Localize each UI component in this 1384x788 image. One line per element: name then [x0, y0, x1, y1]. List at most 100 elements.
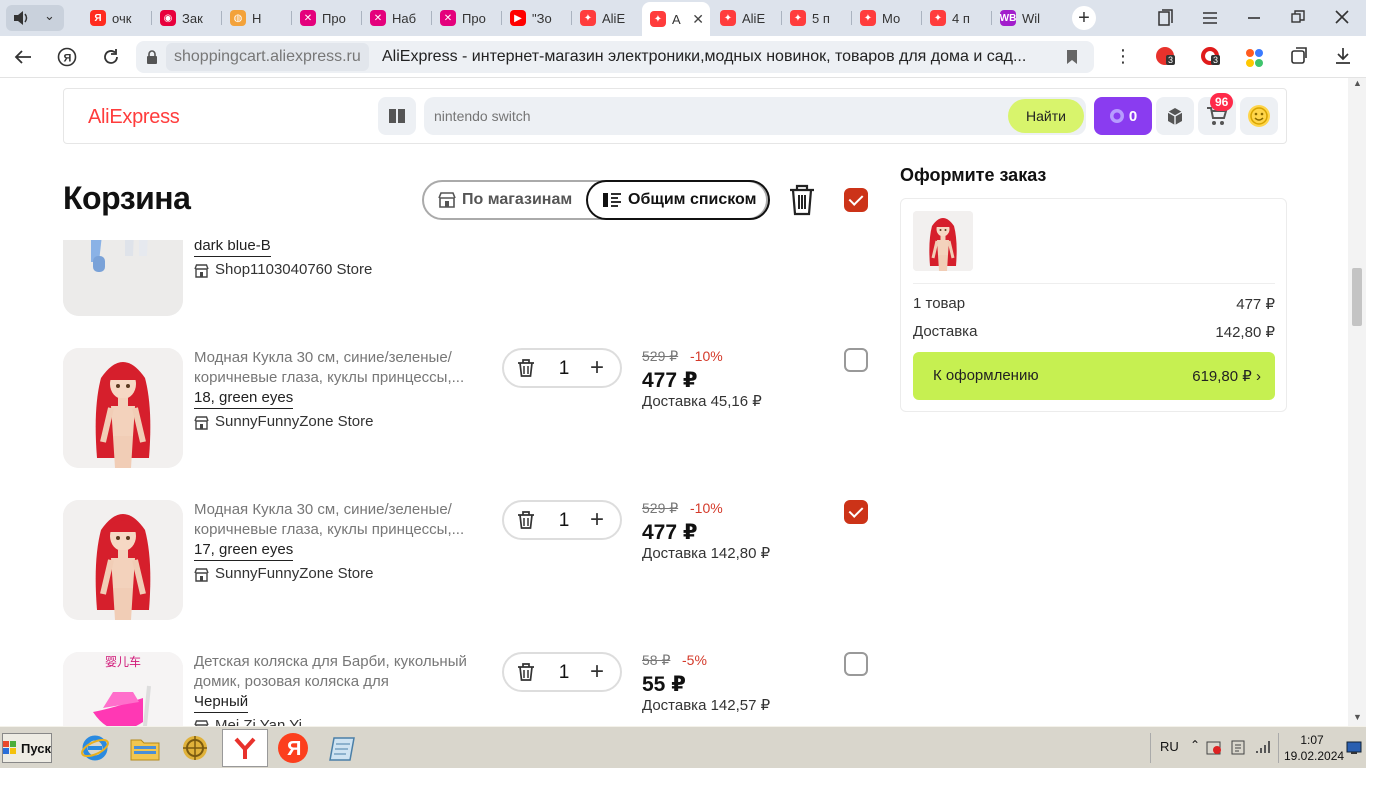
new-tab-button[interactable]: +	[1072, 6, 1096, 30]
tray-app-icon[interactable]	[1206, 739, 1222, 755]
item-select-checkbox[interactable]	[844, 500, 868, 524]
taskbar-explorer[interactable]	[128, 731, 162, 765]
extension-red[interactable]: 3	[1201, 47, 1223, 67]
remove-item-icon[interactable]	[516, 662, 536, 682]
browser-tab[interactable]: WB Wil	[992, 4, 1060, 32]
store-link[interactable]: SunnyFunnyZone Store	[194, 564, 373, 584]
product-image[interactable]	[63, 240, 183, 316]
menu-icon[interactable]	[1202, 11, 1218, 25]
store-link[interactable]: SunnyFunnyZone Store	[194, 412, 373, 432]
minimize-icon[interactable]	[1247, 11, 1261, 25]
tab-favicon-icon: ◍	[230, 10, 246, 26]
system-clock[interactable]: 1:07 19.02.2024	[1284, 732, 1344, 764]
product-variant[interactable]: 18, green eyes	[194, 388, 294, 409]
browser-tab[interactable]: ◍ Н	[222, 4, 290, 32]
discount-badge: -10%	[690, 500, 723, 516]
collections-icon[interactable]	[1290, 47, 1308, 65]
browser-tab[interactable]: ✕ Про	[432, 4, 500, 32]
browser-tab[interactable]: ✦ A ✕	[642, 2, 710, 36]
browser-tab[interactable]: ✦ 5 п	[782, 4, 850, 32]
product-title[interactable]: Модная Кукла 30 см, синие/зеленые/коричн…	[194, 500, 484, 540]
back-button[interactable]	[10, 44, 36, 70]
item-select-checkbox[interactable]	[844, 652, 868, 676]
quantity-value[interactable]: 1	[554, 358, 574, 380]
network-signal-icon[interactable]	[1254, 739, 1272, 755]
browser-tab[interactable]: ▶ "Зо	[502, 4, 570, 32]
view-list-button[interactable]: Общим списком	[586, 180, 770, 220]
increase-quantity-icon[interactable]: +	[590, 660, 604, 684]
browser-tab[interactable]: ✕ Про	[292, 4, 360, 32]
download-icon[interactable]	[1334, 47, 1352, 65]
taskbar-yandex[interactable]: Я	[276, 731, 310, 765]
remove-item-icon[interactable]	[516, 510, 536, 530]
select-all-checkbox[interactable]	[844, 188, 868, 212]
bookmark-icon[interactable]	[1066, 49, 1078, 65]
start-button[interactable]: Пуск	[2, 733, 52, 763]
taskbar-yandex-browser-active[interactable]	[222, 729, 268, 767]
product-variant[interactable]: Черный	[194, 692, 249, 713]
summary-product-thumb[interactable]	[913, 211, 973, 271]
scroll-up-icon[interactable]: ▲	[1353, 78, 1362, 88]
product-image[interactable]: 婴儿车	[63, 652, 183, 726]
browser-tab[interactable]: ✦ AliE	[572, 4, 640, 32]
quantity-value[interactable]: 1	[554, 662, 574, 684]
increase-quantity-icon[interactable]: +	[590, 356, 604, 380]
services-icon[interactable]	[1244, 48, 1264, 68]
catalog-button[interactable]	[378, 97, 416, 135]
show-desktop-icon[interactable]	[1346, 741, 1362, 755]
product-variant[interactable]: 17, green eyes	[194, 540, 294, 561]
aliexpress-logo[interactable]: AliExpress	[88, 106, 180, 129]
browser-tab[interactable]: ✦ 4 п	[922, 4, 990, 32]
product-image[interactable]	[63, 348, 183, 468]
close-tab-icon[interactable]: ✕	[692, 11, 704, 28]
browser-tab[interactable]: ✕ Наб	[362, 4, 430, 32]
product-price: 477 ₽	[642, 369, 698, 392]
reload-button[interactable]	[98, 44, 124, 70]
tab-label: AliE	[742, 10, 766, 26]
product-image[interactable]	[63, 500, 183, 620]
checkout-label: К оформлению	[933, 367, 1039, 384]
close-window-icon[interactable]	[1335, 10, 1349, 24]
bookmarks-icon[interactable]	[1158, 9, 1174, 27]
yandex-button[interactable]: Я	[54, 44, 80, 70]
page-scrollbar[interactable]: ▲ ▼	[1348, 78, 1366, 726]
item-select-checkbox[interactable]	[844, 348, 868, 372]
summary-card: 1 товар 477 ₽ Доставка 142,80 ₽ К оформл…	[900, 198, 1287, 412]
tab-audio-menu[interactable]: ⌄	[6, 5, 64, 31]
more-vertical-icon[interactable]: ⋮	[1114, 46, 1132, 67]
product-title[interactable]: Детская коляска для Барби, кукольный дом…	[194, 652, 484, 692]
store-link[interactable]: Mei Zi Yan Yi	[194, 716, 302, 726]
increase-quantity-icon[interactable]: +	[590, 508, 604, 532]
taskbar-ie[interactable]	[78, 731, 112, 765]
profile-button[interactable]	[1240, 97, 1278, 135]
coins-button[interactable]: 0	[1094, 97, 1152, 135]
checkout-button[interactable]: К оформлению 619,80 ₽ ›	[913, 352, 1275, 400]
taskbar-notes[interactable]	[326, 731, 360, 765]
page-title: Корзина	[63, 180, 191, 216]
store-link[interactable]: Shop1103040760 Store	[194, 260, 372, 280]
tray-clipboard-icon[interactable]	[1230, 739, 1246, 755]
orders-button[interactable]	[1156, 97, 1194, 135]
scrollbar-thumb[interactable]	[1352, 268, 1362, 326]
quantity-value[interactable]: 1	[554, 510, 574, 532]
extension-ali[interactable]: 3	[1156, 47, 1178, 67]
browser-tab[interactable]: ✦ Мо	[852, 4, 920, 32]
scroll-down-icon[interactable]: ▼	[1353, 712, 1362, 722]
delete-selected-icon[interactable]	[788, 184, 816, 216]
remove-item-icon[interactable]	[516, 358, 536, 378]
product-variant[interactable]: dark blue-B	[194, 240, 271, 257]
taskbar-app[interactable]	[178, 731, 212, 765]
search-button[interactable]: Найти	[1008, 99, 1084, 133]
restore-icon[interactable]	[1291, 10, 1305, 24]
view-by-store-button[interactable]: По магазинам	[438, 182, 572, 218]
store-name: Mei Zi Yan Yi	[215, 717, 302, 726]
browser-tab[interactable]: Яочк	[82, 4, 150, 32]
delivery-cost: Доставка 142,80 ₽	[642, 545, 771, 562]
search-input[interactable]	[434, 97, 994, 135]
browser-tab[interactable]: ✦ AliE	[712, 4, 780, 32]
language-indicator[interactable]: RU	[1160, 739, 1179, 754]
tray-expand-icon[interactable]: ⌃	[1190, 738, 1200, 752]
browser-tab[interactable]: ◉ Зак	[152, 4, 220, 32]
product-title[interactable]: Модная Кукла 30 см, синие/зеленые/коричн…	[194, 348, 484, 388]
url-field[interactable]: shoppingcart.aliexpress.ru AliExpress - …	[136, 41, 1094, 73]
